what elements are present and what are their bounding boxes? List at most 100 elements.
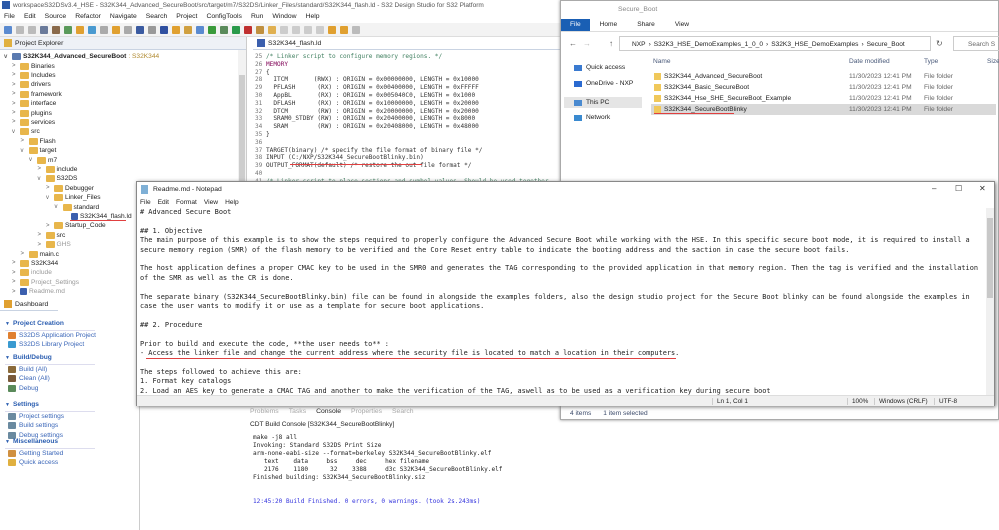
close-button[interactable]: ✕ [979,184,986,193]
console-tab-search[interactable]: Search [392,408,414,415]
chevron-down-icon[interactable]: v [29,157,35,163]
forward-arrow-icon[interactable]: → [583,39,591,48]
project-explorer-tab[interactable]: Project Explorer [0,37,246,50]
notepad-menu-help[interactable]: Help [225,199,239,206]
tree-item[interactable]: > services [12,118,55,127]
tree-item[interactable]: > Flash [21,137,56,146]
ribbon-tab-file[interactable]: File [561,19,590,31]
toolbar-button-icon[interactable] [184,25,192,34]
file-row[interactable]: S32K344_Basic_SecureBoot 11/30/2023 12:41… [651,82,996,93]
chevron-right-icon[interactable]: > [12,63,18,69]
toolbar-button-icon[interactable] [268,25,276,34]
dashboard-section-header[interactable]: ▼ Build/Debug [5,354,95,365]
file-row[interactable]: S32K344_Advanced_SecureBoot 11/30/2023 12… [651,71,996,82]
chevron-right-icon[interactable]: > [12,119,18,125]
console-tab-tasks[interactable]: Tasks [289,408,306,415]
address-bar[interactable]: NXP › S32K3_HSE_DemoExamples_1_0_0 › S32K3_H… [619,36,931,51]
dashboard-link[interactable]: Build (All) [8,366,47,373]
chevron-down-icon[interactable]: v [46,195,52,201]
dashboard-link[interactable]: S32DS Application Project [8,332,96,339]
ribbon-tab-home[interactable]: Home [590,19,628,31]
toolbar-button-icon[interactable] [40,25,48,34]
chevron-right-icon[interactable]: > [12,260,18,266]
toolbar-button-icon[interactable] [64,25,72,34]
toolbar-button-icon[interactable] [280,25,288,34]
console-tab-problems[interactable]: Problems [250,408,279,415]
up-arrow-icon[interactable]: ↑ [609,39,613,48]
tree-item[interactable]: > Binaries [12,62,55,71]
chevron-right-icon[interactable]: > [21,251,27,257]
chevron-down-icon[interactable]: v [12,129,18,135]
chevron-right-icon[interactable]: > [38,166,44,172]
toolbar-button-icon[interactable] [172,25,180,34]
tree-root-project[interactable]: v S32K344_Advanced_SecureBoot: S32K344 [4,52,159,61]
tree-item[interactable]: > drivers [12,80,51,89]
notepad-scrollbar[interactable] [986,208,994,395]
dashboard-link[interactable]: Quick access [8,459,58,467]
column-header[interactable]: Name [653,58,671,65]
tree-item[interactable]: v m7 [29,156,57,165]
notepad-menu-file[interactable]: File [140,199,151,206]
tree-item[interactable]: v Linker_Files [46,193,101,202]
breadcrumb-segment[interactable]: S32K3_HSE_DemoExamples_1_0_0 [654,41,763,48]
tree-item[interactable]: > plugins [12,109,52,118]
chevron-right-icon[interactable]: > [21,138,27,144]
chevron-right-icon[interactable]: > [12,101,18,107]
tree-item[interactable]: > Project_Settings [12,278,79,287]
editor-tab[interactable]: S32K344_flash.ld [253,37,560,50]
chevron-down-icon[interactable]: v [38,176,44,182]
tree-item[interactable]: v src [12,127,40,136]
chevron-right-icon[interactable]: > [46,185,52,191]
dashboard-link[interactable]: S32DS Library Project [8,341,84,349]
chevron-right-icon[interactable]: > [38,232,44,238]
dashboard-link[interactable]: Project settings [8,413,64,420]
tree-item[interactable]: v target [21,146,56,155]
minimize-button[interactable]: – [932,184,936,193]
notepad-menu-edit[interactable]: Edit [158,199,169,206]
tree-item[interactable]: v standard [55,203,99,212]
menu-edit[interactable]: Edit [24,13,36,21]
dashboard-link[interactable]: Clean (All) [8,375,50,383]
console-tab-properties[interactable]: Properties [351,408,382,415]
menu-project[interactable]: Project [176,13,197,21]
chevron-right-icon[interactable]: > [12,270,18,276]
dashboard-link[interactable]: Build settings [8,422,58,430]
toolbar-button-icon[interactable] [340,25,348,34]
dashboard-section-header[interactable]: ▼ Project Creation [5,320,95,331]
dashboard-link[interactable]: Debug [8,384,38,392]
triangle-down-icon[interactable]: ▼ [5,321,10,327]
column-header[interactable]: Size [987,58,999,65]
file-row[interactable]: S32K344_Hse_SHE_SecureBoot_Example 11/30/… [651,93,996,104]
tree-item[interactable]: > GHS [38,240,71,249]
toolbar-button-icon[interactable] [112,25,120,34]
breadcrumb-segment[interactable]: Secure_Boot [867,41,905,48]
tree-item[interactable]: > src [38,231,65,240]
toolbar-button-icon[interactable] [220,25,228,34]
nav-pane-item[interactable]: This PC [564,97,642,108]
chevron-down-icon[interactable]: v [4,54,10,60]
toolbar-button-icon[interactable] [100,25,108,34]
triangle-down-icon[interactable]: ▼ [5,439,10,445]
tree-item[interactable]: > Readme.md [12,287,65,296]
menu-window[interactable]: Window [272,13,296,21]
ribbon-tab-view[interactable]: View [665,19,699,31]
dashboard-section-header[interactable]: ▼ Settings [5,401,95,412]
tree-item[interactable]: v S32DS [38,174,77,183]
dashboard-tab[interactable]: Dashboard [0,298,58,311]
chevron-right-icon[interactable]: > [38,242,44,248]
toolbar-button-icon[interactable] [352,25,360,34]
tree-item[interactable]: > framework [12,90,62,99]
chevron-right-icon[interactable]: > [12,289,18,295]
menu-configtools[interactable]: ConfigTools [206,13,242,21]
menu-file[interactable]: File [4,13,15,21]
column-header[interactable]: Type [924,58,938,65]
chevron-down-icon[interactable]: v [21,148,27,154]
toolbar-button-icon[interactable] [148,25,156,34]
column-header[interactable]: Date modified [849,58,890,65]
tree-item[interactable]: > S32K344 [12,259,58,268]
menu-refactor[interactable]: Refactor [75,13,101,21]
refresh-icon[interactable]: ↻ [936,39,943,48]
menu-search[interactable]: Search [146,13,168,21]
notepad-menu-view[interactable]: View [204,199,218,206]
toolbar-button-icon[interactable] [208,25,216,34]
